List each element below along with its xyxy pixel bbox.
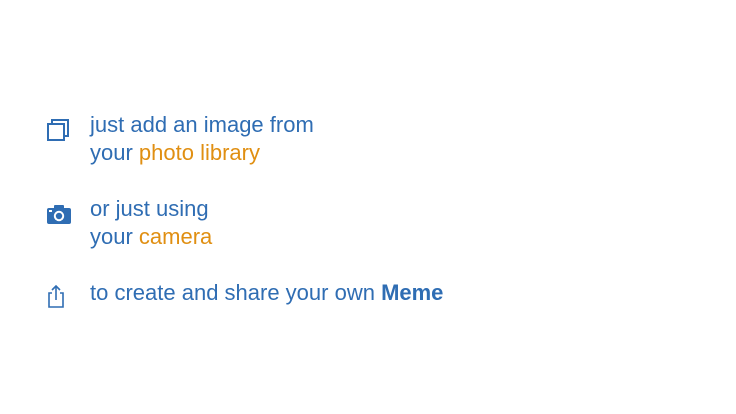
share-row[interactable]: to create and share your own Meme [46,279,443,309]
share-icon [46,283,72,309]
share-prefix: to create and share your own [90,280,382,305]
photo-library-prefix: your [90,140,139,165]
camera-row[interactable]: or just using your camera [46,195,212,251]
photo-library-row[interactable]: just add an image from your photo librar… [46,111,314,167]
share-instruction: to create and share your own Meme [90,279,443,307]
photo-library-line1: just add an image from [90,112,314,137]
camera-line1: or just using [90,196,209,221]
photo-library-instruction: just add an image from your photo librar… [90,111,314,167]
photo-library-icon [46,117,72,143]
photo-library-link[interactable]: photo library [139,140,260,165]
camera-line2: your camera [90,223,212,251]
camera-icon [46,201,72,227]
camera-instruction: or just using your camera [90,195,212,251]
photo-library-line2: your photo library [90,139,314,167]
meme-label: Meme [381,280,444,305]
camera-link[interactable]: camera [139,224,212,249]
camera-prefix: your [90,224,139,249]
